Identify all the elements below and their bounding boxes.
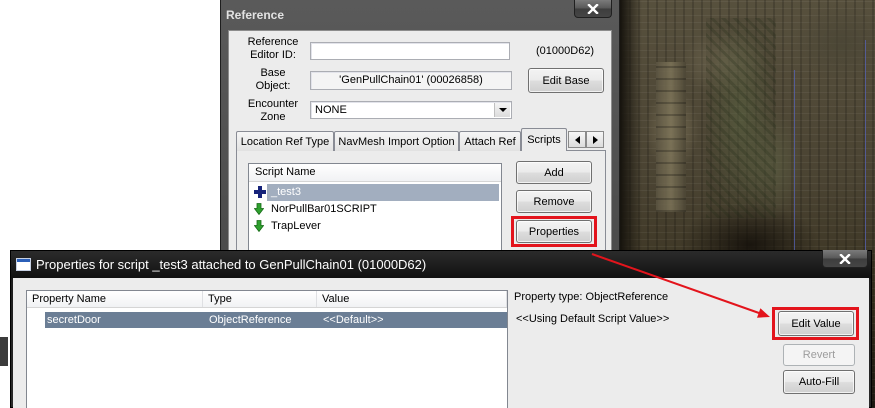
tab-scroll-left-button[interactable] bbox=[568, 131, 586, 148]
close-icon bbox=[839, 253, 851, 264]
column-property-name[interactable]: Property Name bbox=[27, 291, 203, 307]
remove-script-button[interactable]: Remove bbox=[516, 190, 592, 213]
property-list-header: Property Name Type Value bbox=[27, 291, 507, 308]
encounter-zone-value: NONE bbox=[315, 104, 347, 116]
properties-dialog: Properties for script _test3 attached to… bbox=[10, 250, 872, 408]
reference-window-title: Reference bbox=[226, 8, 285, 22]
reference-close-button[interactable] bbox=[574, 0, 612, 18]
tab-attach-ref[interactable]: Attach Ref bbox=[459, 131, 521, 151]
scene-stone-pillar bbox=[656, 62, 686, 212]
edit-value-button[interactable]: Edit Value bbox=[778, 311, 854, 336]
script-list-item[interactable]: _test3 bbox=[249, 184, 501, 201]
column-value[interactable]: Value bbox=[317, 291, 507, 307]
blue-plus-icon bbox=[254, 186, 266, 198]
auto-fill-button[interactable]: Auto-Fill bbox=[783, 370, 855, 394]
revert-button[interactable]: Revert bbox=[783, 344, 855, 366]
editor-id-label: Reference Editor ID: bbox=[247, 36, 299, 61]
script-list-item[interactable]: NorPullBar01SCRIPT bbox=[249, 201, 501, 218]
tab-scripts[interactable]: Scripts bbox=[521, 128, 567, 151]
green-down-arrow-icon bbox=[254, 220, 264, 232]
property-type-cell: ObjectReference bbox=[209, 314, 292, 326]
encounter-zone-dropdown[interactable]: NONE bbox=[310, 101, 512, 119]
add-script-button[interactable]: Add bbox=[516, 161, 592, 184]
scene-bounds-line bbox=[865, 40, 866, 250]
properties-dialog-title: Properties for script _test3 attached to… bbox=[36, 257, 427, 272]
scene-bounds-line bbox=[794, 70, 795, 250]
script-name: _test3 bbox=[271, 186, 301, 198]
property-type-text: Property type: ObjectReference bbox=[514, 291, 669, 303]
background-window-edge bbox=[0, 337, 8, 366]
column-type[interactable]: Type bbox=[203, 291, 317, 307]
green-down-arrow-icon bbox=[254, 203, 264, 215]
highlight-box-properties bbox=[511, 216, 597, 247]
tab-navmesh-import-option[interactable]: NavMesh Import Option bbox=[334, 131, 459, 151]
scene-moss-wall bbox=[706, 18, 776, 218]
window-icon bbox=[16, 258, 31, 271]
editor-id-field[interactable] bbox=[310, 42, 510, 60]
close-icon bbox=[587, 3, 599, 14]
tab-location-ref-type[interactable]: Location Ref Type bbox=[236, 131, 334, 151]
script-name-column: Script Name bbox=[255, 166, 316, 178]
base-object-field[interactable]: 'GenPullChain01' (00026858) bbox=[310, 71, 512, 90]
arrow-left-icon bbox=[574, 135, 580, 144]
table-row[interactable]: secretDoor ObjectReference <<Default>> bbox=[27, 312, 507, 328]
form-id-text: (01000D62) bbox=[536, 45, 595, 57]
arrow-right-icon bbox=[592, 135, 598, 144]
property-list[interactable]: Property Name Type Value secretDoor Obje… bbox=[26, 290, 508, 408]
dropdown-arrow-button[interactable] bbox=[494, 103, 510, 117]
chevron-down-icon bbox=[498, 108, 507, 112]
current-value-text: <<Using Default Script Value>> bbox=[516, 313, 670, 325]
edit-base-button[interactable]: Edit Base bbox=[528, 68, 604, 93]
base-object-label: Base Object: bbox=[255, 67, 291, 92]
script-list[interactable]: Script Name _test3 NorPullBar01SCRIPT Tr bbox=[248, 163, 502, 258]
tab-scroll-right-button[interactable] bbox=[586, 131, 604, 148]
script-name: TrapLever bbox=[271, 220, 321, 232]
reference-window: Reference Reference Editor ID: (01000D62… bbox=[220, 0, 620, 258]
encounter-zone-label: Encounter Zone bbox=[247, 98, 299, 123]
script-list-header[interactable]: Script Name bbox=[249, 164, 501, 182]
script-list-item[interactable]: TrapLever bbox=[249, 218, 501, 235]
script-name: NorPullBar01SCRIPT bbox=[271, 203, 377, 215]
properties-close-button[interactable] bbox=[822, 250, 868, 268]
property-name-cell: secretDoor bbox=[47, 314, 101, 326]
property-value-cell: <<Default>> bbox=[323, 314, 384, 326]
